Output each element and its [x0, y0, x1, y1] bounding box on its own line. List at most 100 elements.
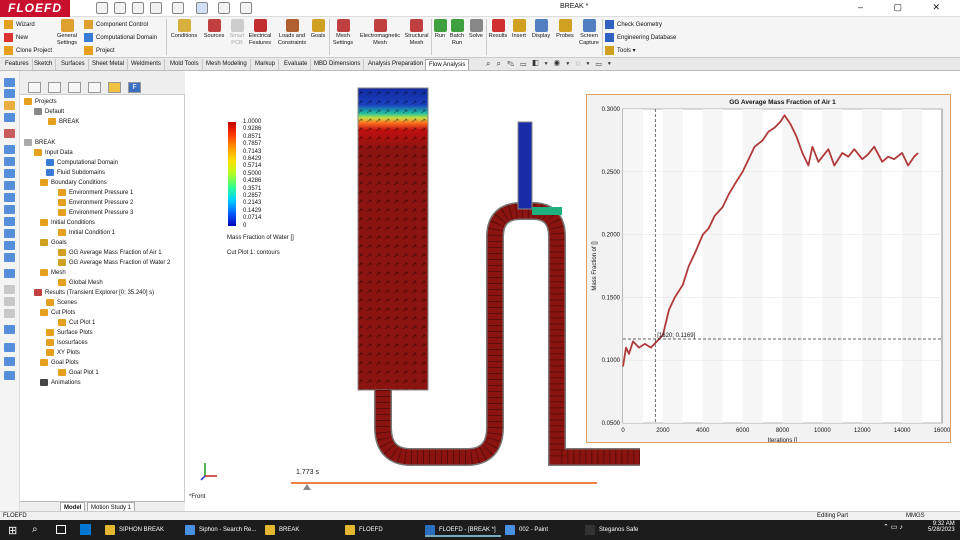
- timeline-slider-icon[interactable]: [303, 484, 311, 490]
- tree-filter-icon[interactable]: [28, 82, 41, 93]
- mesh-node[interactable]: Mesh: [40, 269, 66, 278]
- status-units[interactable]: MMGS: [906, 513, 925, 519]
- goal-water-node[interactable]: GG Average Mass Fraction of Water 2: [58, 259, 170, 268]
- new-project-button[interactable]: New: [4, 33, 28, 42]
- display-button[interactable]: Display: [530, 19, 552, 40]
- solve-button[interactable]: Solve: [468, 19, 484, 40]
- save-icon[interactable]: [132, 2, 144, 14]
- tab-evaluate[interactable]: Evaluate: [281, 59, 312, 70]
- run-button[interactable]: Run: [433, 19, 447, 40]
- tab-markup[interactable]: Markup: [252, 59, 280, 70]
- strip-tool-icon[interactable]: [4, 297, 15, 306]
- mesh-settings-button[interactable]: Mesh Settings: [330, 19, 356, 46]
- scenes-node[interactable]: Scenes: [46, 299, 77, 308]
- property-manager-tab[interactable]: [48, 82, 61, 93]
- computational-domain-node[interactable]: Computational Domain: [46, 159, 118, 168]
- select-icon[interactable]: [196, 2, 208, 14]
- undo-icon[interactable]: [172, 2, 184, 14]
- strip-tool-icon[interactable]: [4, 269, 15, 278]
- goal-plot-window[interactable]: 0 2000 4000 6000 8000 10000 12000 14000 16000 0.0…: [586, 94, 951, 444]
- check-geometry-button[interactable]: Check Geometry: [605, 20, 662, 29]
- options-gear-icon[interactable]: [240, 2, 252, 14]
- strip-tool-icon[interactable]: [4, 253, 15, 262]
- goals-node[interactable]: Goals: [40, 239, 67, 248]
- global-mesh-node[interactable]: Global Mesh: [58, 279, 103, 288]
- tab-sheet-metal[interactable]: Sheet Metal: [89, 59, 129, 70]
- strip-tool-icon[interactable]: [4, 343, 15, 352]
- store-icon[interactable]: [80, 524, 91, 535]
- open-icon[interactable]: [114, 2, 126, 14]
- engineering-database-button[interactable]: Engineering Database: [605, 33, 676, 42]
- tab-weldments[interactable]: Weldments: [128, 59, 165, 70]
- tab-mesh-modeling[interactable]: Mesh Modeling: [203, 59, 251, 70]
- rebuild-icon[interactable]: [218, 2, 230, 14]
- environment-pressure-2-node[interactable]: Environment Pressure 2: [58, 199, 133, 208]
- surface-plots-node[interactable]: Surface Plots: [46, 329, 93, 338]
- environment-pressure-3-node[interactable]: Environment Pressure 3: [58, 209, 133, 218]
- strip-tool-icon[interactable]: [4, 181, 15, 190]
- tab-features[interactable]: Features: [2, 59, 33, 70]
- batch-run-button[interactable]: Batch Run: [448, 19, 466, 46]
- display-manager-tab[interactable]: [108, 82, 121, 93]
- strip-tool-icon[interactable]: [4, 241, 15, 250]
- strip-tool-icon[interactable]: [4, 325, 15, 334]
- clone-project-button[interactable]: Clone Project: [4, 46, 52, 55]
- goal-plots-node[interactable]: Goal Plots: [40, 359, 79, 368]
- tab-flow-analysis[interactable]: Flow Analysis: [425, 59, 470, 70]
- boundary-conditions-node[interactable]: Boundary Conditions: [40, 179, 107, 188]
- wizard-button[interactable]: Wizard: [4, 20, 35, 29]
- tab-surfaces[interactable]: Surfaces: [58, 59, 89, 70]
- window-controls[interactable]: – ▢ ✕: [858, 2, 954, 13]
- cut-plot-1-node[interactable]: Cut Plot 1: [58, 319, 95, 328]
- strip-tool-icon[interactable]: [4, 285, 15, 294]
- strip-tool-icon[interactable]: [4, 78, 15, 87]
- electrical-features-button[interactable]: Electrical Features: [246, 19, 274, 46]
- strip-tool-icon[interactable]: [4, 229, 15, 238]
- strip-tool-icon[interactable]: [4, 217, 15, 226]
- strip-tool-icon[interactable]: [4, 145, 15, 154]
- tab-analysis-preparation[interactable]: Analysis Preparation: [365, 59, 428, 70]
- smart-pcb-button[interactable]: Smart PCB: [227, 19, 247, 46]
- initial-conditions-node[interactable]: Initial Conditions: [40, 219, 95, 228]
- probes-button[interactable]: Probes: [554, 19, 576, 40]
- strip-tool-icon[interactable]: [4, 157, 15, 166]
- conditions-button[interactable]: Conditions: [169, 19, 199, 40]
- clock[interactable]: 9:32 AM 5/28/2023: [928, 521, 955, 533]
- tools-button[interactable]: Tools ▾: [605, 46, 636, 55]
- strip-tool-icon[interactable]: [4, 193, 15, 202]
- system-tray-icons[interactable]: ⌃ ▭ ♪: [883, 523, 903, 531]
- strip-tool-icon[interactable]: [4, 89, 15, 98]
- em-mesh-button[interactable]: Electromagnetic Mesh: [358, 19, 402, 46]
- default-config-node[interactable]: Default: [34, 108, 64, 117]
- strip-tool-icon[interactable]: [4, 309, 15, 318]
- taskbar-app[interactable]: BREAK: [265, 523, 341, 537]
- loads-constraints-button[interactable]: Loads and Constraints: [275, 19, 309, 46]
- component-control-button[interactable]: Component Control: [84, 20, 148, 29]
- dimxpert-tab[interactable]: [88, 82, 101, 93]
- taskbar-app[interactable]: 002 - Paint: [505, 523, 581, 537]
- tab-mbd-dimensions[interactable]: MBD Dimensions: [311, 59, 365, 70]
- tab-sketch[interactable]: Sketch: [31, 59, 57, 70]
- strip-tool-icon[interactable]: [4, 371, 15, 380]
- task-view-icon[interactable]: [56, 525, 66, 534]
- windows-start-icon[interactable]: ⊞: [8, 524, 17, 537]
- break-config-node[interactable]: BREAK: [48, 118, 79, 127]
- view-toolbar[interactable]: ⌕⌕✎▭◧▾◉▾◌▾▭▾: [486, 59, 617, 71]
- sources-button[interactable]: Sources: [201, 19, 227, 40]
- goal-air-node[interactable]: GG Average Mass Fraction of Air 1: [58, 249, 162, 258]
- strip-tool-icon[interactable]: [4, 205, 15, 214]
- computational-domain-button[interactable]: Computational Domain: [84, 33, 157, 42]
- results-button[interactable]: Results: [488, 19, 508, 40]
- taskbar-app[interactable]: FLOEFD - [BREAK *]: [425, 523, 501, 537]
- taskbar-app[interactable]: Siphon - Search Re...: [185, 523, 261, 537]
- environment-pressure-1-node[interactable]: Environment Pressure 1: [58, 189, 133, 198]
- structural-mesh-button[interactable]: Structural Mesh: [403, 19, 430, 46]
- input-data-node[interactable]: Input Data: [34, 149, 73, 158]
- screen-capture-button[interactable]: Screen Capture: [577, 19, 601, 46]
- taskbar-app[interactable]: FLOEFD: [345, 523, 421, 537]
- new-doc-icon[interactable]: [96, 2, 108, 14]
- animations-node[interactable]: Animations: [40, 379, 81, 388]
- strip-tool-icon[interactable]: [4, 113, 15, 122]
- fluid-subdomains-node[interactable]: Fluid Subdomains: [46, 169, 105, 178]
- break-root-node[interactable]: BREAK: [24, 139, 55, 148]
